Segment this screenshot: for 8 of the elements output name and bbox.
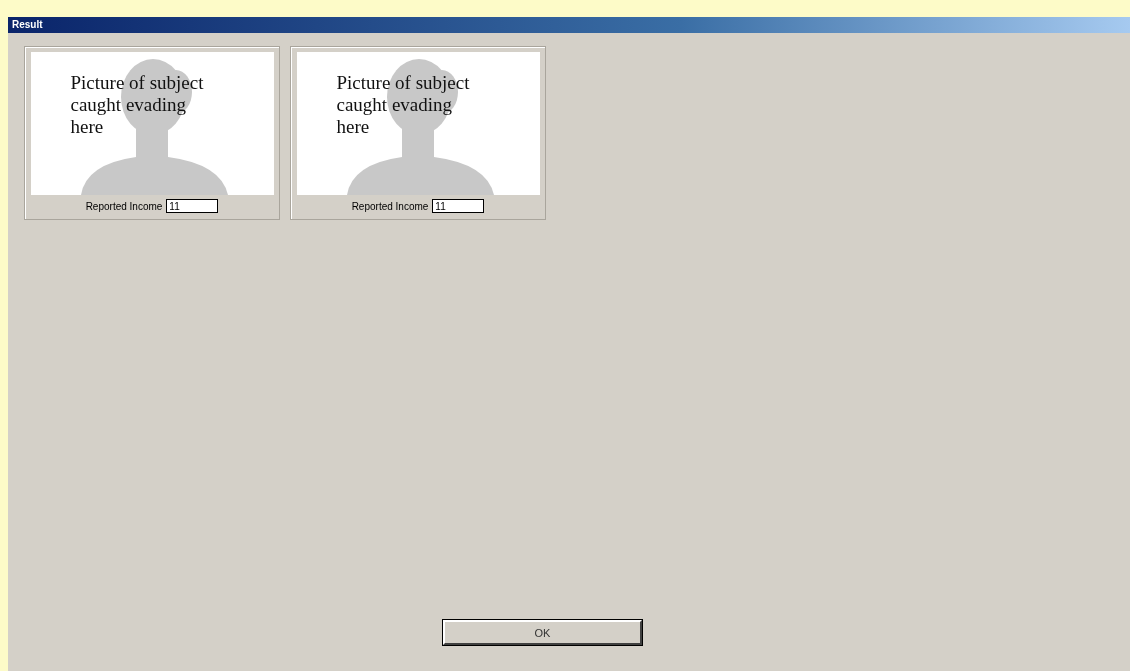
placeholder-text: Picture of subject caught evading here	[336, 72, 471, 138]
ok-button[interactable]: OK	[443, 620, 642, 645]
field-label: Reported Income	[351, 200, 429, 212]
income-field[interactable]: 11	[432, 199, 485, 213]
window-title: Result	[8, 17, 1130, 33]
income-field[interactable]: 11	[166, 199, 219, 213]
field-label: Reported Income	[85, 200, 163, 212]
placeholder-text: Picture of subject caught evading here	[70, 72, 205, 138]
